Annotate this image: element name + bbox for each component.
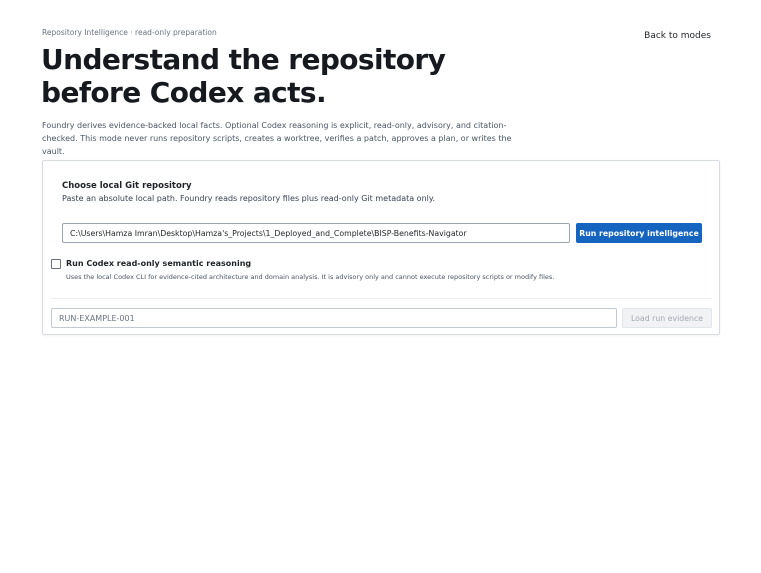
load-run-evidence-button[interactable]: Load run evidence — [622, 308, 712, 328]
repo-section-help: Paste an absolute local path. Foundry re… — [62, 194, 435, 203]
repository-path-input[interactable] — [62, 223, 570, 243]
run-id-input[interactable] — [51, 308, 617, 328]
page-title: Understand the repository before Codex a… — [41, 43, 446, 109]
eyebrow-label: Repository Intelligence · read-only prep… — [42, 28, 217, 37]
section-divider — [51, 298, 712, 299]
run-repository-intelligence-button[interactable]: Run repository intelligence — [576, 223, 702, 243]
page-description: Foundry derives evidence-backed local fa… — [42, 121, 512, 156]
semantic-reasoning-help: Uses the local Codex CLI for evidence-ci… — [66, 273, 555, 281]
repository-card: Choose local Git repository Paste an abs… — [42, 160, 720, 335]
repo-section-label: Choose local Git repository — [62, 181, 192, 191]
semantic-reasoning-label: Run Codex read-only semantic reasoning — [66, 259, 252, 268]
back-to-modes-link[interactable]: Back to modes — [644, 31, 711, 41]
semantic-reasoning-checkbox[interactable] — [51, 259, 61, 269]
